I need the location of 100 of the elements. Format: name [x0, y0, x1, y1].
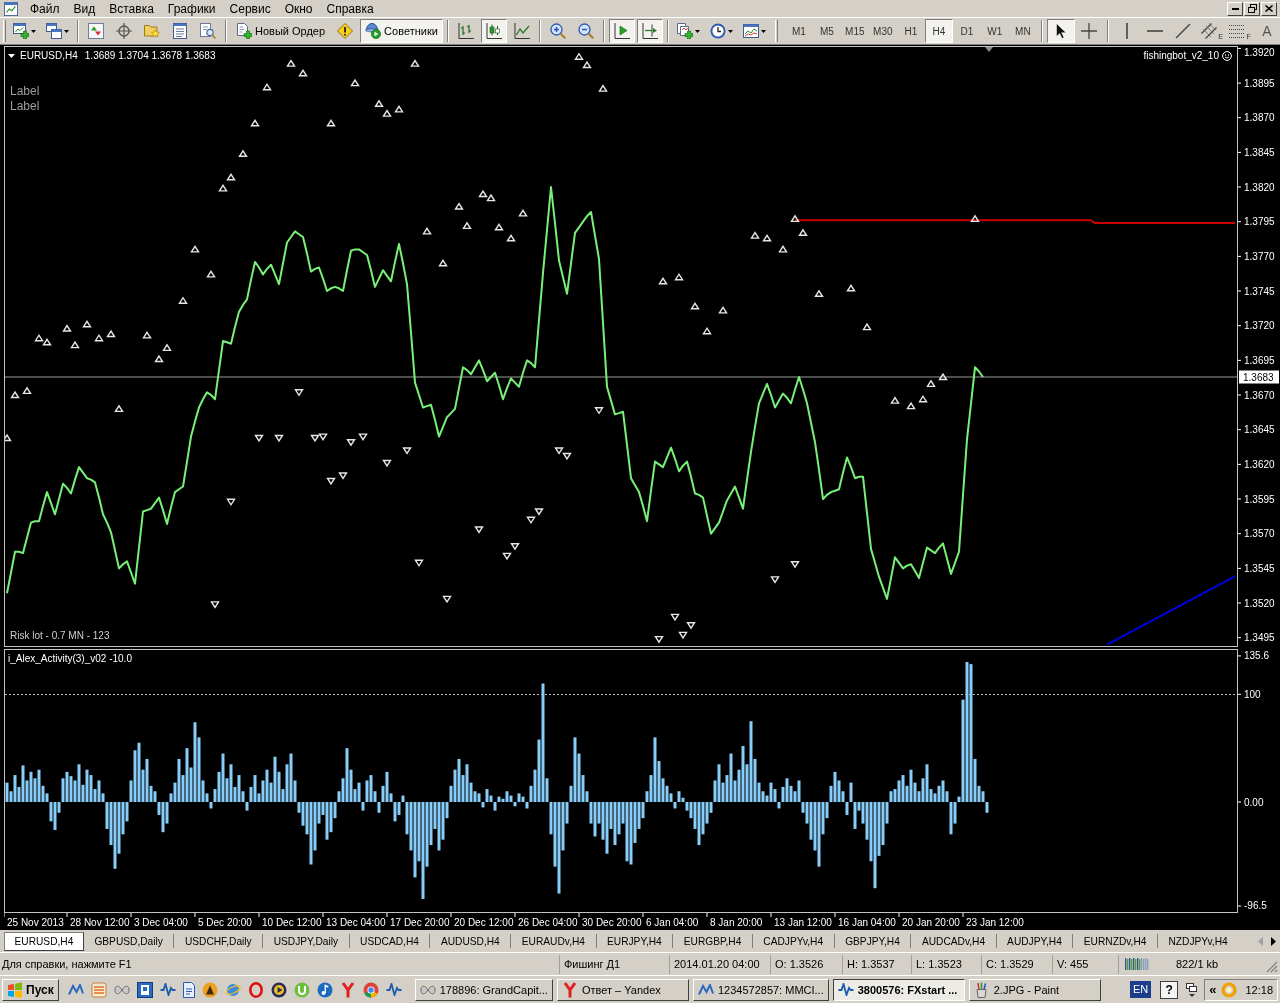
toolbar-button[interactable]: A: [1252, 19, 1280, 43]
timeframe-button[interactable]: M30: [868, 19, 897, 43]
menu-item[interactable]: Вид: [66, 0, 103, 17]
horizontal-line-icon: [1146, 29, 1163, 33]
toolbar-button[interactable]: Новый Ордер: [231, 19, 331, 43]
toolbar-button[interactable]: Советники: [360, 19, 443, 43]
chart-tab[interactable]: USDCHF,Daily: [174, 931, 263, 951]
price-axis-label: 1.3695: [1244, 354, 1275, 366]
disc-icon[interactable]: [201, 981, 218, 998]
status-text: 2014.01.20 04:00: [674, 958, 760, 970]
chart-tab[interactable]: EURJPY,H4: [596, 931, 673, 951]
price-axis-label: 1.3720: [1244, 320, 1275, 332]
timeframe-button[interactable]: MN: [1008, 19, 1037, 43]
fork-icon: [561, 981, 578, 998]
taskbar-button[interactable]: 2.JPG - Paint: [968, 978, 1101, 1001]
menu-item[interactable]: Вставка: [102, 0, 161, 17]
note-disc-icon[interactable]: [316, 981, 333, 998]
zigzag-icon: [697, 983, 714, 996]
taskbar-button[interactable]: 1234572857: MMCI...: [692, 978, 829, 1001]
zigzag-icon[interactable]: [67, 983, 84, 996]
timeframe-button[interactable]: W1: [980, 19, 1009, 43]
window-switch-icon[interactable]: [1186, 982, 1198, 997]
chart-tab[interactable]: CADJPYv,H4: [752, 931, 834, 951]
chart-tab[interactable]: EURNZDv,H4: [1073, 931, 1157, 951]
expand-button[interactable]: «: [1208, 982, 1218, 997]
menu-item[interactable]: Окно: [277, 0, 320, 17]
toolbar-button[interactable]: [608, 19, 635, 43]
taskbar-button[interactable]: Ответ – Yandex: [556, 978, 689, 1001]
date-label: 13 Jan 12:00: [774, 917, 832, 928]
smiley-icon[interactable]: [1222, 51, 1232, 61]
toolbar-button[interactable]: [1046, 19, 1075, 43]
price-axis-label: 1.3520: [1244, 597, 1275, 609]
chart-tab[interactable]: EURGBP,H4: [673, 931, 752, 951]
tile-icon[interactable]: [136, 981, 153, 998]
pulse-icon[interactable]: [385, 983, 402, 996]
page-icon[interactable]: [182, 981, 195, 998]
triangle-down-icon[interactable]: [8, 54, 15, 58]
price-axis-label: 1.3770: [1244, 250, 1275, 262]
chart-label: Label: [10, 84, 40, 99]
chart-tab[interactable]: USDJPY,Daily: [263, 931, 349, 951]
price-axis-label: 1.3820: [1244, 181, 1275, 193]
chart-tab[interactable]: EURUSD,H4: [4, 931, 84, 951]
candlestick-icon: [485, 23, 502, 39]
dotted-lines-icon: [1228, 24, 1245, 38]
scroll-right-icon[interactable]: [1271, 936, 1276, 946]
chart-tab[interactable]: AUDJPY,H4: [996, 931, 1073, 951]
timeframe-button[interactable]: M15: [840, 19, 869, 43]
taskbar-button[interactable]: 3800576: FXstart ...: [832, 978, 965, 1001]
chart-tab[interactable]: GBPJPY,H4: [834, 931, 911, 951]
play-disc-icon[interactable]: [270, 981, 287, 998]
language-indicator[interactable]: EN: [1129, 981, 1152, 998]
fork-icon[interactable]: [339, 981, 356, 998]
price-axis-label: 1.3545: [1244, 562, 1275, 574]
chart-window-icon[interactable]: [4, 1, 18, 16]
date-label: 3 Dec 04:00: [134, 917, 188, 928]
folder-star-icon: [144, 24, 160, 38]
close-button[interactable]: [1261, 1, 1277, 16]
chart-tab[interactable]: AUDUSD,H4: [430, 931, 511, 951]
chart-tab[interactable]: NZDJPYv,H4: [1157, 931, 1239, 951]
menu-item[interactable]: Файл: [23, 0, 67, 17]
chart-tab[interactable]: GBPUSD,Daily: [83, 931, 174, 951]
pulse-icon[interactable]: [159, 983, 176, 996]
toolbar-button[interactable]: [636, 19, 663, 43]
ring-icon[interactable]: [247, 981, 264, 998]
chart-tab[interactable]: AUDCADv,H4: [911, 931, 996, 951]
shift-marker-icon[interactable]: [985, 47, 993, 52]
price-axis-label: 1.3745: [1244, 285, 1275, 297]
price-axis-label: 1.3670: [1244, 389, 1275, 401]
timeframe-button[interactable]: M1: [784, 19, 813, 43]
indicator-axis-label: -96.5: [1244, 900, 1267, 912]
clock-icon: [709, 23, 726, 39]
size-grip-icon[interactable]: [1266, 961, 1278, 973]
toolbar-button[interactable]: [480, 19, 507, 43]
price-arrows-icon: [88, 23, 104, 39]
ribbon-icon[interactable]: [113, 984, 130, 995]
ohlc-bars-icon: [457, 23, 474, 39]
start-button[interactable]: Пуск: [2, 978, 59, 1001]
menu-item[interactable]: Графики: [160, 0, 223, 17]
minimize-button[interactable]: [1227, 1, 1243, 16]
hat-play-icon: [365, 23, 382, 39]
date-label: 20 Jan 20:00: [902, 917, 960, 928]
wheel-icon[interactable]: [362, 981, 379, 998]
date-label: 23 Jan 12:00: [966, 917, 1024, 928]
axis-play-icon: [613, 23, 630, 39]
close-icon: [1265, 5, 1273, 12]
chart-tab[interactable]: USDCAD,H4: [349, 931, 430, 951]
taskbar-button[interactable]: 178896: GrandCapit...: [414, 978, 553, 1001]
menu-item[interactable]: Справка: [319, 0, 381, 17]
crosshair-icon: [116, 23, 132, 39]
timeframe-button[interactable]: D1: [952, 19, 981, 43]
menu-item[interactable]: Сервис: [222, 0, 278, 17]
hatched-channel-icon: [1200, 23, 1217, 39]
help-button[interactable]: ?: [1160, 980, 1179, 999]
timeframe-button[interactable]: M5: [812, 19, 841, 43]
status-text: O: 1.3526: [775, 958, 824, 970]
timeframe-button[interactable]: H4: [924, 19, 953, 43]
date-label: 28 Nov 12:00: [70, 917, 130, 928]
restore-button[interactable]: [1244, 1, 1260, 16]
chart-tab[interactable]: EURAUDv,H4: [511, 931, 596, 951]
timeframe-button[interactable]: H1: [896, 19, 925, 43]
